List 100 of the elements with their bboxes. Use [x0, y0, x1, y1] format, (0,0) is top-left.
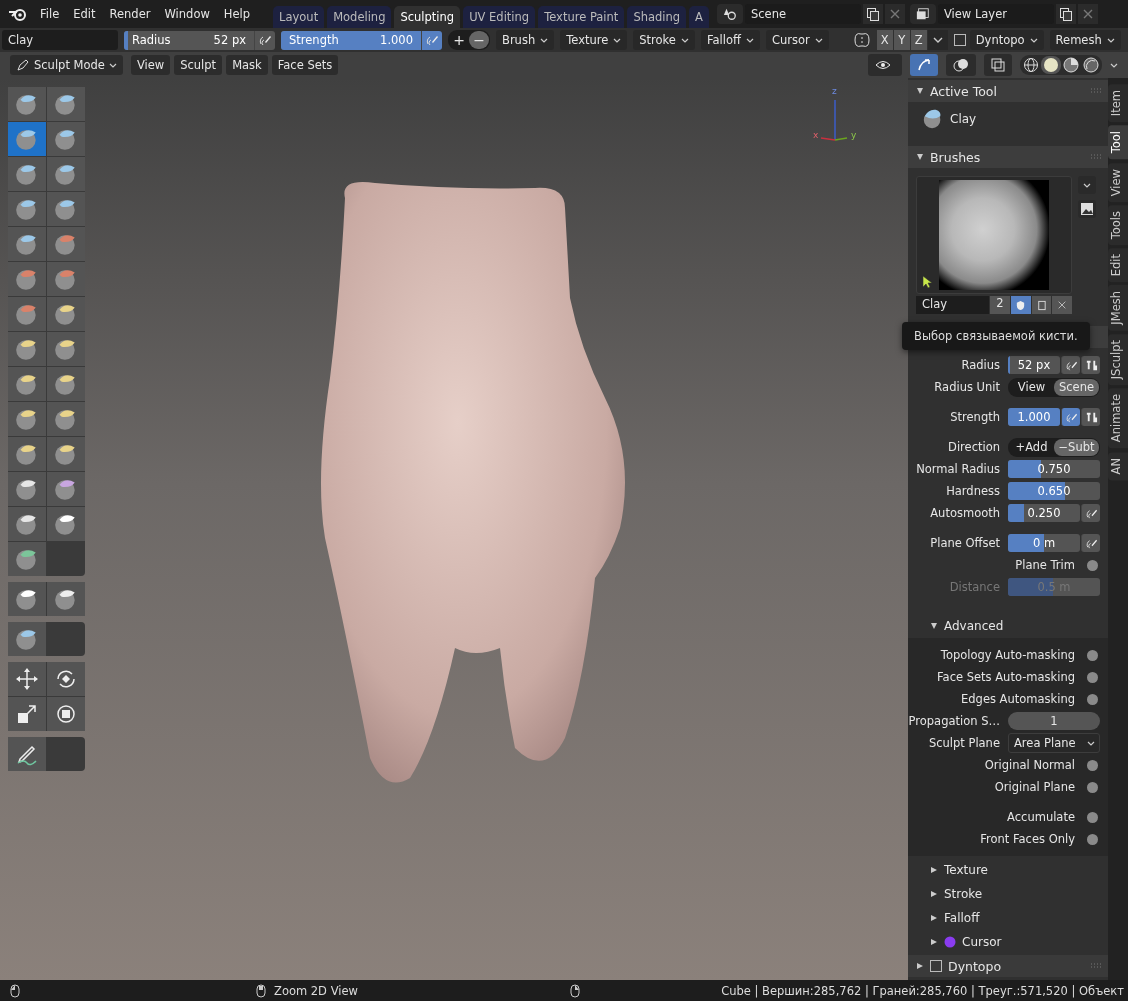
setting-checkbox[interactable] — [1087, 833, 1098, 845]
header-dropdown[interactable]: Texture — [560, 30, 628, 50]
duplicate-button[interactable] — [1031, 296, 1052, 314]
sidebar-tab[interactable]: View — [1108, 162, 1128, 202]
setting-checkbox[interactable] — [1087, 811, 1098, 823]
option-button[interactable]: Scene — [1054, 378, 1099, 396]
caret-icon[interactable] — [1110, 62, 1118, 68]
view-layer-button[interactable] — [909, 4, 936, 24]
header-dropdown[interactable]: Cursor — [765, 30, 829, 50]
brush-tool-button[interactable] — [47, 367, 85, 401]
subpanel-title[interactable]: Advanced — [944, 619, 1004, 633]
expand-arrow-icon[interactable] — [930, 938, 938, 946]
pressure-button[interactable] — [254, 30, 275, 50]
option-button[interactable]: −Subt — [1054, 438, 1099, 456]
brush-tool-button[interactable] — [8, 227, 46, 261]
pressure-button[interactable] — [1061, 408, 1080, 426]
subpanel-title[interactable]: Texture — [944, 863, 988, 877]
brush-tool-button[interactable] — [47, 472, 85, 506]
drag-handle-icon[interactable] — [1090, 963, 1102, 969]
caret-icon[interactable] — [927, 30, 948, 50]
direction-button[interactable]: + — [449, 31, 469, 49]
brush-tool-button[interactable] — [47, 507, 85, 541]
sidebar-tab[interactable]: Tool — [1108, 125, 1128, 160]
menu-item[interactable]: Render — [102, 7, 158, 21]
setting-checkbox[interactable] — [1087, 781, 1098, 793]
setting-checkbox[interactable] — [1087, 759, 1098, 771]
brush-tool-button[interactable] — [8, 582, 46, 616]
move-tool-button[interactable] — [8, 662, 46, 696]
dyntopo-checkbox[interactable] — [953, 34, 966, 46]
option-button[interactable]: +Add — [1009, 438, 1054, 456]
sidebar-tab[interactable]: Edit — [1108, 248, 1128, 283]
brush-tool-button[interactable] — [8, 192, 46, 226]
option-button[interactable]: View — [1009, 378, 1054, 396]
visibility-button[interactable] — [868, 54, 902, 76]
slider-field[interactable]: 0 m — [1008, 534, 1080, 552]
axis-toggle[interactable]: X — [876, 30, 893, 50]
brush-tool-button[interactable] — [8, 437, 46, 471]
number-field[interactable]: 1 — [1008, 712, 1100, 730]
panel-title[interactable]: Brushes — [930, 149, 1084, 165]
expand-arrow-icon[interactable] — [930, 890, 938, 898]
brush-tool-button[interactable] — [8, 542, 46, 576]
material-shading-button[interactable] — [1061, 56, 1081, 74]
scene-button[interactable] — [716, 4, 743, 24]
brush-tool-button[interactable] — [47, 122, 85, 156]
drag-handle-icon[interactable] — [1090, 88, 1102, 94]
brush-tool-button[interactable] — [47, 332, 85, 366]
brush-tool-button[interactable] — [47, 157, 85, 191]
subpanel-title[interactable]: Stroke — [944, 887, 983, 901]
copy-icon[interactable] — [862, 4, 883, 24]
brush-tool-button[interactable] — [8, 332, 46, 366]
unified-button[interactable] — [1081, 408, 1100, 426]
unified-button[interactable] — [1081, 356, 1100, 374]
rotate-tool-button[interactable] — [47, 662, 85, 696]
panel-title[interactable]: Dyntopo — [948, 958, 1084, 974]
sidebar-tab[interactable]: AN — [1108, 451, 1128, 481]
app-logo-icon[interactable] — [8, 6, 28, 22]
unlink-button[interactable] — [1052, 296, 1072, 314]
expand-arrow-icon[interactable] — [916, 87, 924, 95]
setting-checkbox[interactable] — [1087, 559, 1098, 571]
copy-icon[interactable] — [1055, 4, 1076, 24]
close-icon[interactable] — [884, 4, 905, 24]
brush-tool-button[interactable] — [8, 472, 46, 506]
slider-field[interactable]: Strength 1.000 — [281, 30, 421, 50]
brush-name-field[interactable]: Clay — [916, 296, 990, 314]
setting-checkbox[interactable] — [1087, 649, 1098, 661]
menu-item[interactable]: Window — [157, 7, 217, 21]
wireframe-shading-button[interactable] — [1021, 56, 1041, 74]
drag-handle-icon[interactable] — [1090, 154, 1102, 160]
setting-checkbox[interactable] — [1087, 671, 1098, 683]
viewport-menu[interactable]: Sculpt — [174, 55, 223, 75]
scene-field[interactable]: Scene — [744, 4, 861, 24]
panel-header[interactable]: Dyntopo — [908, 955, 1108, 977]
workspace-tab[interactable]: Layout — [273, 6, 325, 28]
workspace-tab[interactable]: Modeling — [327, 6, 392, 28]
slider-field[interactable]: 0.250 — [1008, 504, 1080, 522]
axis-toggle[interactable]: Y — [893, 30, 910, 50]
expand-arrow-icon[interactable] — [930, 622, 938, 630]
menu-item[interactable]: Edit — [66, 7, 103, 21]
brush-tool-button[interactable] — [47, 402, 85, 436]
axis-toggle[interactable]: Z — [910, 30, 927, 50]
brush-tool-button[interactable] — [47, 297, 85, 331]
expand-arrow-icon[interactable] — [916, 153, 924, 161]
workspace-tab[interactable]: A — [689, 6, 709, 28]
direction-button[interactable]: − — [469, 31, 489, 49]
pressure-button[interactable] — [1061, 356, 1080, 374]
setting-checkbox[interactable] — [1087, 693, 1098, 705]
expand-arrow-icon[interactable] — [916, 962, 924, 970]
sidebar-tab[interactable]: JMesh — [1108, 285, 1128, 332]
menu-item[interactable]: File — [33, 7, 67, 21]
workspace-tab[interactable]: UV Editing — [463, 6, 536, 28]
brush-tool-button[interactable] — [8, 402, 46, 436]
expand-arrow-icon[interactable] — [930, 914, 938, 922]
workspace-tab[interactable]: Texture Paint — [538, 6, 625, 28]
brush-tool-button[interactable] — [8, 87, 46, 121]
sidebar-tab[interactable]: Item — [1108, 84, 1128, 123]
solid-shading-button[interactable] — [1041, 56, 1061, 74]
brush-tool-button[interactable] — [47, 582, 85, 616]
sidebar-tab[interactable]: JSculpt — [1108, 334, 1128, 386]
image-button[interactable] — [1078, 200, 1096, 218]
viewport-menu[interactable]: Mask — [226, 55, 268, 75]
